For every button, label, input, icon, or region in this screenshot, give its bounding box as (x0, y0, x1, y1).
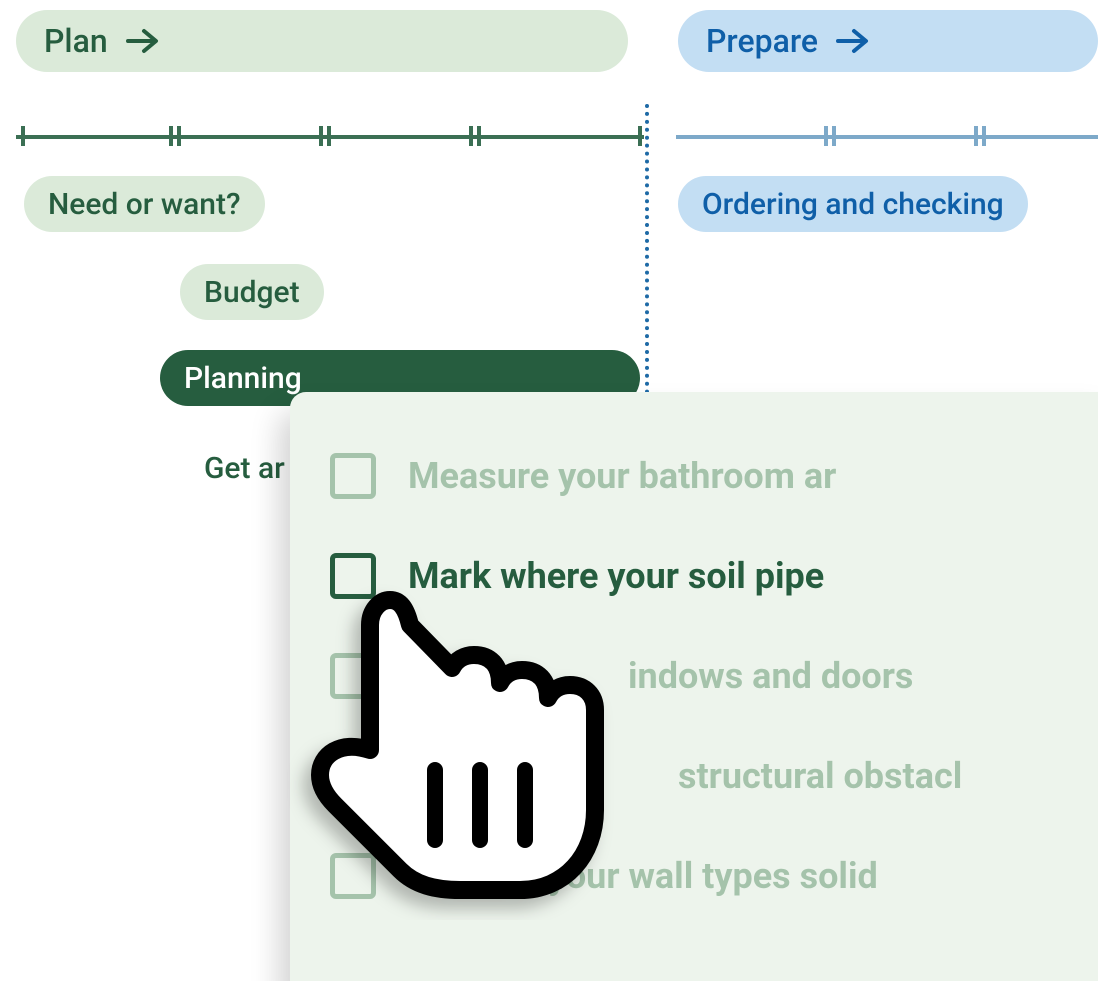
checklist-item[interactable]: Mark where your soil pipe (330, 526, 1098, 626)
task-label: Need or want? (48, 187, 241, 222)
checklist-item[interactable]: indows and doors (330, 626, 1098, 726)
task-label: Budget (204, 275, 300, 310)
phase-plan-pill[interactable]: Plan (16, 10, 628, 72)
timeline-tick (316, 126, 334, 146)
timeline-tick (821, 126, 839, 146)
checkbox[interactable] (330, 553, 376, 599)
checkbox[interactable] (330, 653, 376, 699)
arrow-right-icon (836, 27, 870, 55)
timeline-tick (14, 126, 32, 146)
checklist-panel: Measure your bathroom ar Mark where your… (290, 392, 1098, 981)
checklist-item[interactable]: your wall types solid (330, 826, 1098, 926)
phase-prepare-pill[interactable]: Prepare (678, 10, 1098, 72)
checklist-item-label: Mark where your soil pipe (408, 555, 824, 597)
checkbox[interactable] (330, 453, 376, 499)
task-label: Get ar (204, 451, 285, 486)
checklist-item-label: structural obstacl (678, 755, 962, 797)
checklist-item-label: Measure your bathroom ar (408, 455, 836, 497)
timeline-tick (466, 126, 484, 146)
task-label: Ordering and checking (702, 187, 1004, 222)
task-budget[interactable]: Budget (180, 264, 324, 320)
checklist-item-label: your wall types solid (548, 855, 878, 897)
task-label: Planning (184, 361, 302, 396)
canvas: Plan Prepare Need or want? Budget Planni… (0, 0, 1098, 981)
timeline-tick (166, 126, 184, 146)
checklist-item[interactable]: structural obstacl (330, 726, 1098, 826)
checklist-item[interactable]: Measure your bathroom ar (330, 426, 1098, 526)
task-ordering-and-checking[interactable]: Ordering and checking (678, 176, 1028, 232)
checklist-item-label: indows and doors (628, 655, 913, 697)
phase-plan-label: Plan (44, 22, 108, 60)
arrow-right-icon (126, 27, 160, 55)
phase-divider (645, 104, 649, 394)
timeline-axis (16, 126, 1098, 146)
checkbox[interactable] (330, 853, 376, 899)
phase-prepare-label: Prepare (706, 22, 818, 60)
timeline-tick (971, 126, 989, 146)
task-need-or-want[interactable]: Need or want? (24, 176, 265, 232)
